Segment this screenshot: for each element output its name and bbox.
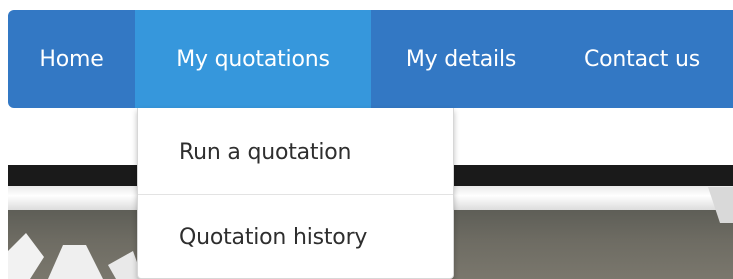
dropdown-item-quotation-history[interactable]: Quotation history (138, 195, 453, 279)
nav-item-my-quotations[interactable]: My quotations (135, 10, 371, 108)
dropdown-item-run-a-quotation[interactable]: Run a quotation (138, 110, 453, 194)
quotations-dropdown-menu: Run a quotation Quotation history (137, 108, 454, 279)
nav-item-my-details[interactable]: My details (371, 10, 551, 108)
page: Home My quotations My details Contact us… (0, 0, 733, 279)
nav-item-home[interactable]: Home (8, 10, 135, 108)
main-navbar: Home My quotations My details Contact us (8, 10, 733, 108)
nav-item-contact-us[interactable]: Contact us (551, 10, 733, 108)
